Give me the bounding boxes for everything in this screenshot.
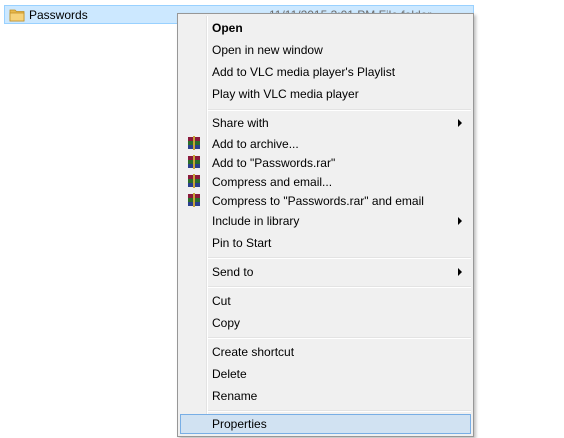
winrar-icon <box>188 155 200 169</box>
menu-item-properties[interactable]: Properties <box>180 414 471 434</box>
menu-item-label: Properties <box>212 417 267 431</box>
submenu-arrow-icon <box>458 217 462 225</box>
submenu-arrow-icon <box>458 268 462 276</box>
menu-item-add-to-rar[interactable]: Add to "Passwords.rar" <box>180 153 471 173</box>
menu-item-open[interactable]: Open <box>180 18 471 38</box>
winrar-icon <box>188 174 200 188</box>
folder-icon <box>9 9 25 22</box>
menu-item-cut[interactable]: Cut <box>180 291 471 311</box>
menu-item-open-new-window[interactable]: Open in new window <box>180 40 471 60</box>
menu-item-label: Cut <box>212 294 231 308</box>
menu-item-label: Open <box>212 21 243 35</box>
menu-item-create-shortcut[interactable]: Create shortcut <box>180 342 471 362</box>
menu-separator <box>208 109 471 111</box>
menu-item-label: Compress to "Passwords.rar" and email <box>212 194 424 208</box>
menu-item-label: Open in new window <box>212 43 323 57</box>
menu-item-add-vlc-playlist[interactable]: Add to VLC media player's Playlist <box>180 62 471 82</box>
file-name: Passwords <box>29 8 88 22</box>
menu-item-label: Pin to Start <box>212 236 272 250</box>
submenu-arrow-icon <box>458 119 462 127</box>
menu-item-label: Play with VLC media player <box>212 87 359 101</box>
menu-item-label: Create shortcut <box>212 345 295 359</box>
menu-item-compress-email[interactable]: Compress and email... <box>180 172 471 192</box>
menu-item-label: Compress and email... <box>212 175 333 189</box>
menu-item-rename[interactable]: Rename <box>180 386 471 406</box>
menu-item-label: Include in library <box>212 214 300 228</box>
menu-item-delete[interactable]: Delete <box>180 364 471 384</box>
menu-item-label: Add to "Passwords.rar" <box>212 156 336 170</box>
menu-item-copy[interactable]: Copy <box>180 313 471 333</box>
menu-item-include-library[interactable]: Include in library <box>180 211 471 231</box>
menu-item-compress-rar-email[interactable]: Compress to "Passwords.rar" and email <box>180 191 471 211</box>
winrar-icon <box>188 136 200 150</box>
menu-item-label: Send to <box>212 265 254 279</box>
menu-item-label: Delete <box>212 367 247 381</box>
menu-item-label: Share with <box>212 116 269 130</box>
context-menu: Open Open in new window Add to VLC media… <box>177 13 474 437</box>
menu-separator <box>208 257 471 259</box>
menu-item-play-vlc[interactable]: Play with VLC media player <box>180 84 471 104</box>
winrar-icon <box>188 193 200 207</box>
menu-separator <box>208 286 471 288</box>
menu-item-send-to[interactable]: Send to <box>180 262 471 282</box>
menu-item-label: Add to archive... <box>212 137 299 151</box>
menu-item-share-with[interactable]: Share with <box>180 113 471 133</box>
menu-separator <box>208 337 471 339</box>
menu-item-add-to-archive[interactable]: Add to archive... <box>180 134 471 154</box>
menu-item-label: Copy <box>212 316 241 330</box>
menu-separator <box>208 410 471 412</box>
menu-item-label: Add to VLC media player's Playlist <box>212 65 396 79</box>
menu-item-pin-start[interactable]: Pin to Start <box>180 233 471 253</box>
menu-item-label: Rename <box>212 389 258 403</box>
